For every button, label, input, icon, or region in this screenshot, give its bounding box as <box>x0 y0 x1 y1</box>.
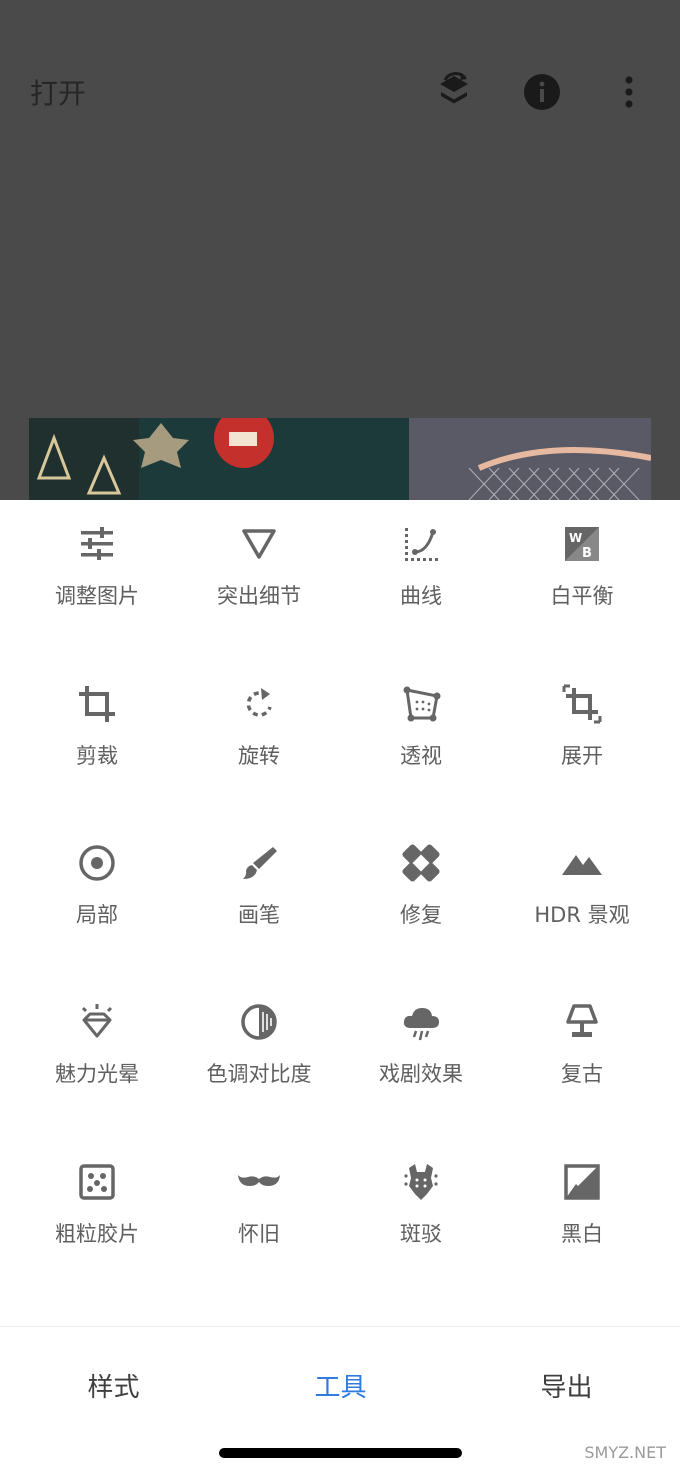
grunge-guitar-icon <box>404 1164 438 1200</box>
landscape-icon <box>562 855 602 875</box>
svg-text:B: B <box>582 546 592 561</box>
tool-tonal-contrast[interactable]: 色调对比度 <box>174 978 344 1128</box>
curves-icon <box>405 528 438 561</box>
tool-label: 黑白 <box>561 1222 603 1246</box>
tool-healing[interactable]: 修复 <box>336 819 506 969</box>
tools-sheet: 调整图片 突出细节 曲线 W B 白平衡 剪裁 旋转 透视 展开 局部 画笔 修… <box>0 500 680 1326</box>
tool-hdr-landscape[interactable]: HDR 景观 <box>497 819 667 969</box>
tool-selective[interactable]: 局部 <box>12 819 182 969</box>
tool-label: 戏剧效果 <box>379 1062 463 1086</box>
grainy-film-icon <box>79 1164 115 1200</box>
tab-styles[interactable]: 样式 <box>0 1367 227 1404</box>
tool-rotate[interactable]: 旋转 <box>174 660 344 810</box>
tool-white-balance[interactable]: W B 白平衡 <box>497 500 667 650</box>
tool-label: 调整图片 <box>55 584 139 608</box>
tool-grunge[interactable]: 斑驳 <box>336 1138 506 1288</box>
tool-glamour-glow[interactable]: 魅力光晕 <box>12 978 182 1128</box>
tool-label: 透视 <box>400 744 442 768</box>
open-button[interactable]: 打开 <box>30 72 86 112</box>
selective-icon <box>79 845 115 881</box>
tool-label: 突出细节 <box>217 584 301 608</box>
expand-icon <box>562 684 602 724</box>
svg-text:W: W <box>569 531 582 545</box>
mustache-icon <box>238 1175 280 1186</box>
drama-cloud-icon <box>403 1008 439 1041</box>
tool-label: 曲线 <box>400 584 442 608</box>
tool-label: 怀旧 <box>238 1222 280 1246</box>
tab-export[interactable]: 导出 <box>453 1367 680 1404</box>
image-preview-area: 打开 <box>0 0 680 500</box>
next-row-peek <box>398 1318 442 1326</box>
tool-label: 白平衡 <box>550 584 614 608</box>
tool-retrolux[interactable]: 怀旧 <box>174 1138 344 1288</box>
tool-label: 魅力光晕 <box>55 1062 139 1086</box>
tool-perspective[interactable]: 透视 <box>336 660 506 810</box>
glamour-glow-icon <box>81 1004 113 1038</box>
more-vert-icon[interactable] <box>607 70 651 114</box>
tool-label: 局部 <box>76 903 118 927</box>
tool-label: 色调对比度 <box>206 1062 312 1086</box>
tool-label: 修复 <box>400 903 442 927</box>
tool-crop[interactable]: 剪裁 <box>12 660 182 810</box>
tool-brush[interactable]: 画笔 <box>174 819 344 969</box>
tool-label: 粗粒胶片 <box>55 1222 139 1246</box>
tab-tools[interactable]: 工具 <box>227 1367 454 1404</box>
vintage-lamp-icon <box>566 1004 598 1037</box>
details-triangle-icon <box>242 529 276 559</box>
tool-label: 旋转 <box>238 744 280 768</box>
watermark: SMYZ.NET <box>584 1443 666 1462</box>
healing-icon <box>402 844 440 882</box>
photo-preview <box>29 418 651 500</box>
tune-icon <box>81 527 113 560</box>
rotate-icon <box>246 688 272 717</box>
layers-history-icon[interactable] <box>432 70 476 114</box>
tool-label: 展开 <box>561 744 603 768</box>
info-icon[interactable] <box>520 70 564 114</box>
black-white-icon <box>564 1164 600 1200</box>
tool-label: 斑驳 <box>400 1222 442 1246</box>
tonal-contrast-icon <box>241 1004 277 1040</box>
tool-label: 复古 <box>561 1062 603 1086</box>
tool-vintage[interactable]: 复古 <box>497 978 667 1128</box>
tool-black-white[interactable]: 黑白 <box>497 1138 667 1288</box>
tool-curves[interactable]: 曲线 <box>336 500 506 650</box>
tool-grainy-film[interactable]: 粗粒胶片 <box>12 1138 182 1288</box>
tool-details[interactable]: 突出细节 <box>174 500 344 650</box>
white-balance-icon: W B <box>565 527 599 561</box>
brush-icon <box>243 847 277 879</box>
tool-label: HDR 景观 <box>534 903 630 927</box>
home-indicator[interactable] <box>219 1448 462 1458</box>
tool-label: 剪裁 <box>76 744 118 768</box>
perspective-icon <box>403 686 441 722</box>
tool-label: 画笔 <box>238 903 280 927</box>
crop-icon <box>79 686 115 722</box>
tool-expand[interactable]: 展开 <box>497 660 667 810</box>
tool-tune-image[interactable]: 调整图片 <box>12 500 182 650</box>
tool-drama[interactable]: 戏剧效果 <box>336 978 506 1128</box>
